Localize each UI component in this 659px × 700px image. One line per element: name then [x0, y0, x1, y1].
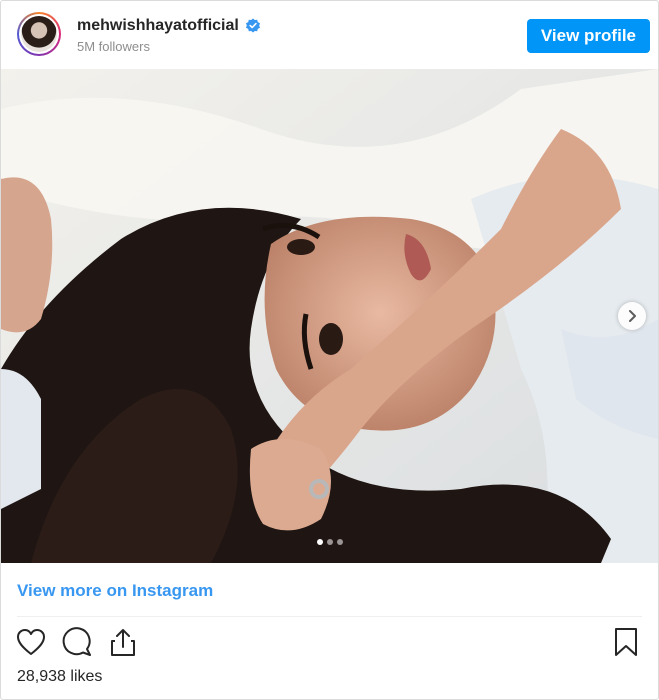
heart-icon[interactable]	[15, 626, 47, 658]
verified-badge-icon	[245, 18, 261, 34]
post-actions	[15, 626, 139, 658]
post-header: mehwishhayatofficial 5M followers View p…	[1, 1, 658, 69]
view-more-on-instagram-link[interactable]: View more on Instagram	[17, 581, 213, 601]
view-profile-button[interactable]: View profile	[526, 19, 650, 53]
profile-photo	[21, 16, 57, 52]
carousel-dot	[336, 539, 343, 545]
divider	[17, 616, 642, 617]
username[interactable]: mehwishhayatofficial	[77, 17, 239, 35]
chevron-right-icon	[629, 310, 636, 322]
post-image[interactable]	[1, 69, 658, 563]
followers-count: 5M followers	[77, 39, 150, 54]
carousel-dot-active	[316, 539, 323, 545]
avatar[interactable]	[17, 12, 61, 56]
carousel-next-button[interactable]	[618, 302, 646, 330]
likes-count[interactable]: 28,938 likes	[17, 668, 102, 686]
username-row: mehwishhayatofficial	[77, 17, 261, 35]
bookmark-icon[interactable]	[612, 626, 640, 658]
share-icon[interactable]	[107, 626, 139, 658]
carousel-dot	[326, 539, 333, 545]
comment-icon[interactable]	[61, 626, 93, 658]
carousel-indicator	[1, 539, 658, 545]
instagram-embed-card: mehwishhayatofficial 5M followers View p…	[0, 0, 659, 700]
